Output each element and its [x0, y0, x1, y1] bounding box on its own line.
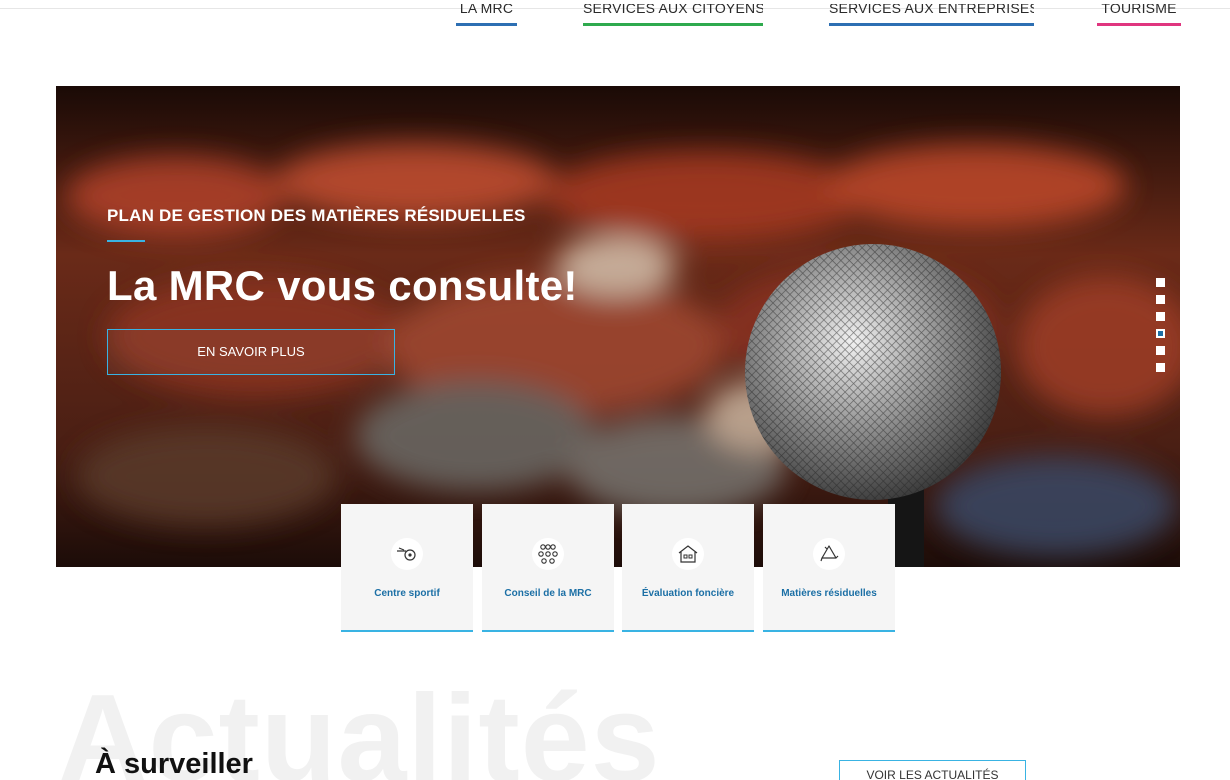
card-label: Évaluation foncière	[641, 588, 735, 599]
nav-services-citoyens[interactable]: SERVICES AUX CITOYENS	[583, 4, 763, 26]
section-title: À surveiller	[95, 748, 253, 780]
learn-more-button[interactable]: EN SAVOIR PLUS	[107, 329, 395, 375]
slider-dot-1[interactable]	[1156, 278, 1165, 287]
hero-accent-line	[107, 240, 145, 242]
card-evaluation-fonciere[interactable]: Évaluation foncière	[622, 504, 754, 632]
hero-title: La MRC vous consulte!	[107, 262, 578, 309]
card-label: Centre sportif	[374, 588, 440, 599]
hero-slider: PLAN DE GESTION DES MATIÈRES RÉSIDUELLES…	[56, 86, 1180, 567]
card-label: Conseil de la MRC	[504, 588, 592, 599]
slider-pagination	[1156, 278, 1166, 380]
view-news-button[interactable]: VOIR LES ACTUALITÉS	[839, 760, 1026, 780]
hero-kicker: PLAN DE GESTION DES MATIÈRES RÉSIDUELLES	[107, 206, 526, 225]
nav-services-entreprises[interactable]: SERVICES AUX ENTREPRISES	[829, 4, 1034, 26]
slider-dot-4[interactable]	[1156, 329, 1165, 338]
card-conseil-mrc[interactable]: Conseil de la MRC	[482, 504, 614, 632]
card-centre-sportif[interactable]: Centre sportif	[341, 504, 473, 632]
nav-tourisme[interactable]: TOURISME	[1097, 4, 1181, 26]
slider-dot-6[interactable]	[1156, 363, 1165, 372]
recycle-icon	[813, 538, 845, 570]
slider-dot-3[interactable]	[1156, 312, 1165, 321]
nav-la-mrc[interactable]: LA MRC	[456, 4, 517, 26]
hero-background-image	[56, 86, 1180, 567]
people-group-icon	[532, 538, 564, 570]
whistle-icon	[391, 538, 423, 570]
slider-dot-5[interactable]	[1156, 346, 1165, 355]
slider-dot-2[interactable]	[1156, 295, 1165, 304]
card-matieres-residuelles[interactable]: Matières résiduelles	[763, 504, 895, 632]
card-label: Matières résiduelles	[781, 588, 877, 599]
house-icon	[672, 538, 704, 570]
